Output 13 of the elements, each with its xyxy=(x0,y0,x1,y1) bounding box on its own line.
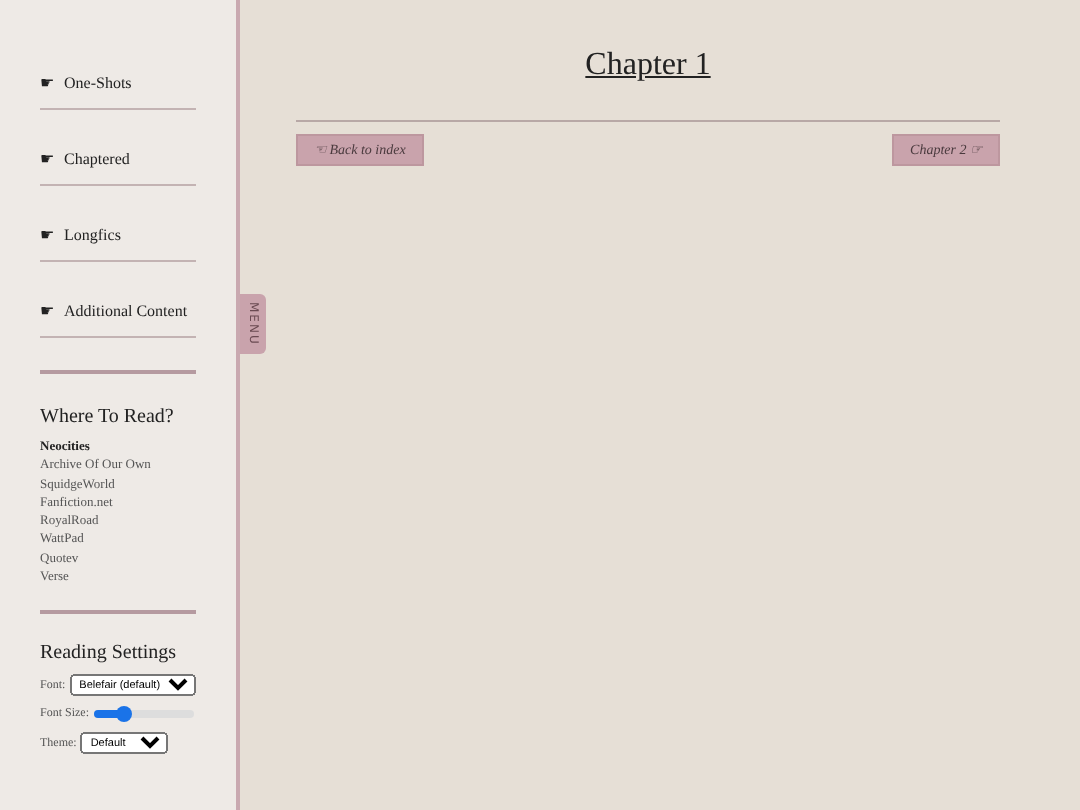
hand-icon: ☛ xyxy=(40,149,54,167)
chapter-title: Chapter 1 xyxy=(583,48,713,84)
font-size-slider[interactable] xyxy=(93,710,194,719)
section-heading: Reading Settings xyxy=(40,642,179,665)
hand-icon: ☛ xyxy=(40,73,54,91)
section-heading: Where To Read? xyxy=(40,406,176,428)
slider-thumb[interactable] xyxy=(115,706,132,723)
nav-link[interactable]: One-Shots xyxy=(64,73,132,91)
hand-icon: ☛ xyxy=(40,225,54,243)
hand-icon: ☛ xyxy=(40,301,54,319)
nav-link[interactable]: Longfics xyxy=(64,225,121,243)
nav-link[interactable]: Additional Content xyxy=(64,301,188,319)
nav-link[interactable]: Chaptered xyxy=(64,149,130,167)
